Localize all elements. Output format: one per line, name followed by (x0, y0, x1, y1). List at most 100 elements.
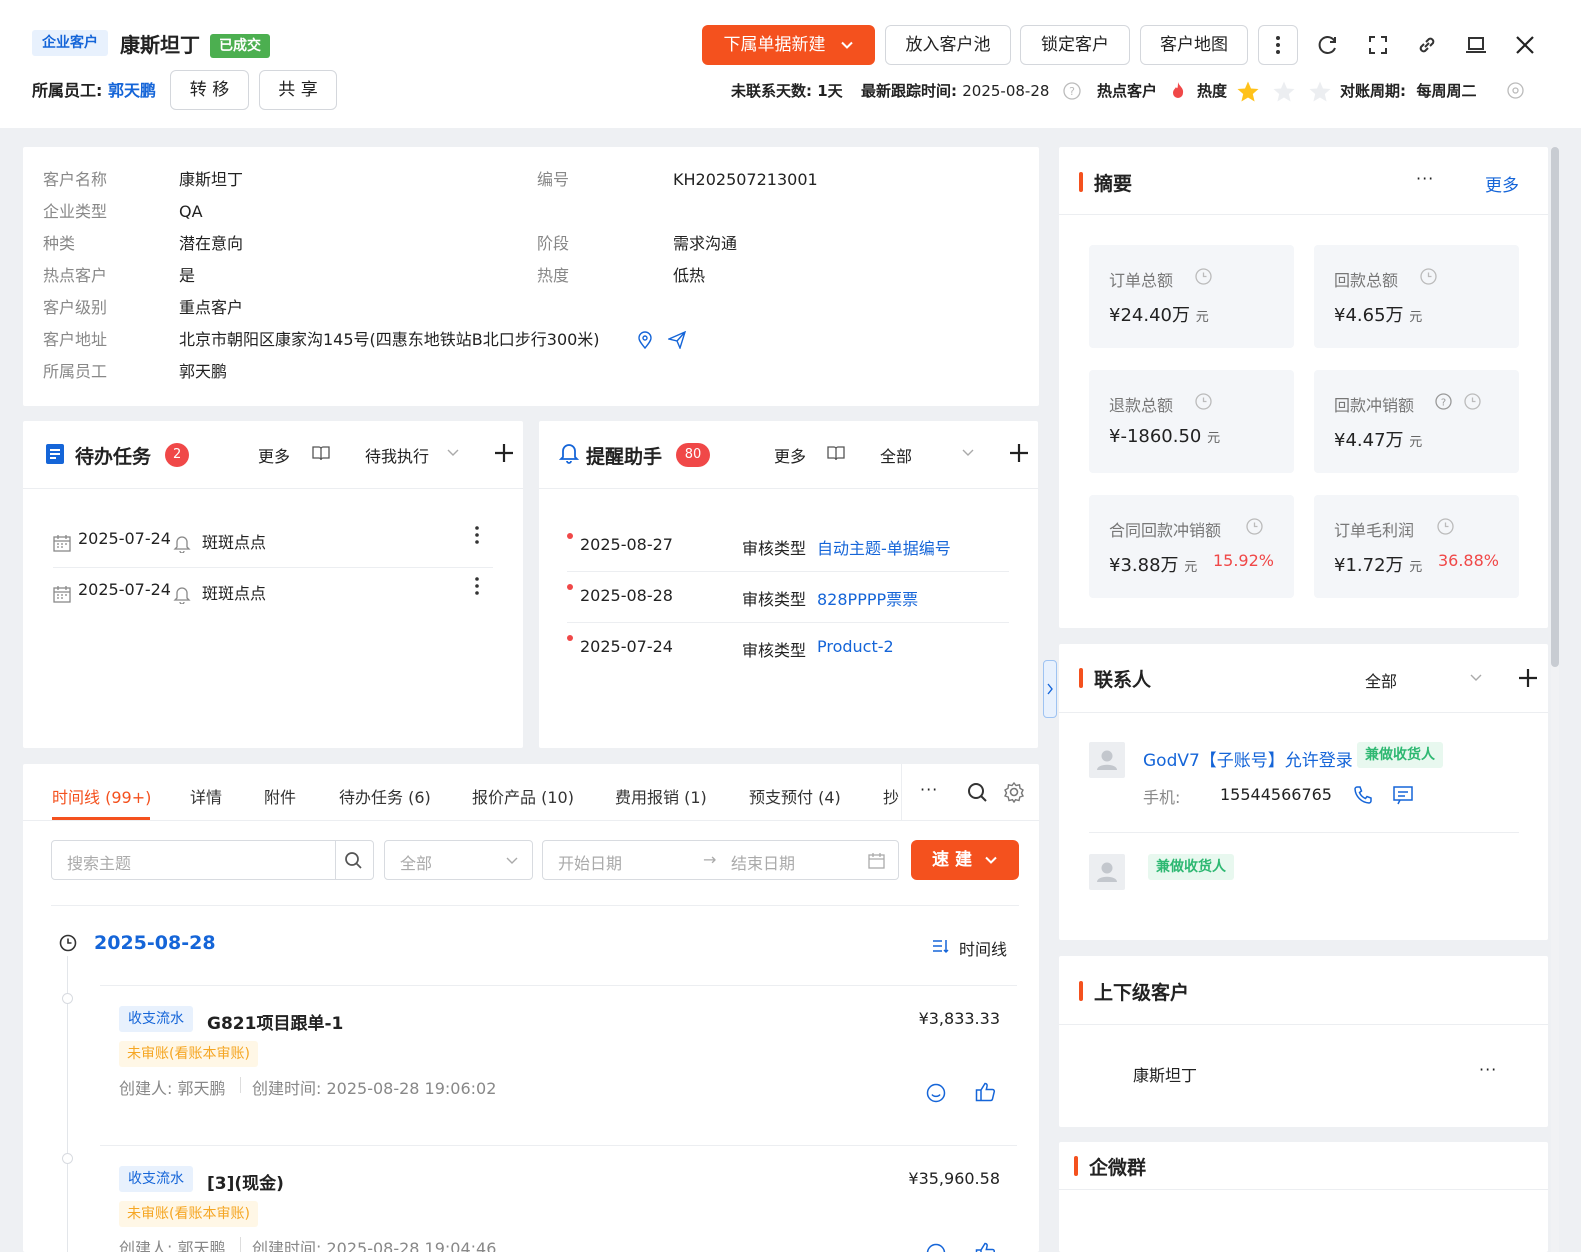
star-empty-icon (1308, 80, 1332, 104)
clock-icon[interactable] (1195, 268, 1212, 285)
info-row: 所属员工 郭天鹏 (43, 356, 1023, 388)
refresh-icon[interactable] (1314, 31, 1342, 59)
reminder-link[interactable]: 自动主题-单据编号 (817, 535, 951, 559)
reminder-link[interactable]: 828PPPP票票 (817, 586, 918, 610)
add-reminder-button[interactable] (1009, 443, 1029, 463)
tab-item[interactable]: 附件 (264, 784, 296, 808)
clock-icon[interactable] (1437, 518, 1454, 535)
entry-title[interactable]: [3](现金) (207, 1169, 284, 1194)
gear-icon[interactable] (1003, 781, 1025, 803)
new-subordinate-doc-button[interactable]: 下属单据新建 (702, 25, 875, 65)
close-icon[interactable] (1511, 31, 1539, 59)
help-circle-icon[interactable]: ? (1063, 82, 1081, 100)
todo-item[interactable]: 2025-07-24 斑斑点点 (53, 517, 493, 568)
message-icon[interactable] (1393, 786, 1413, 805)
timeline-list-icon[interactable] (932, 938, 950, 954)
reminder-filter-select[interactable]: 全部 (880, 443, 912, 467)
comment-icon[interactable] (926, 1243, 946, 1252)
clock-icon[interactable] (1195, 393, 1212, 410)
todo-filter-select[interactable]: 待我执行 (365, 443, 429, 467)
summary-card[interactable]: 退款总额 ¥-1860.50 元 (1089, 370, 1294, 473)
transfer-button[interactable]: 转 移 (170, 70, 249, 110)
customer-address-link[interactable]: 北京市朝阳区康家沟145号(四惠东地铁站B北口步行300米) (179, 324, 600, 356)
add-todo-button[interactable] (494, 443, 514, 463)
entry-creator: 创建人: 郭天鹏 (119, 1079, 226, 1098)
unread-dot (567, 584, 573, 590)
chevron-down-icon[interactable] (1469, 673, 1483, 683)
book-icon[interactable] (827, 445, 845, 461)
book-icon[interactable] (312, 445, 330, 461)
reminder-more-link[interactable]: 更多 (774, 443, 806, 467)
clock-icon[interactable] (1464, 393, 1481, 410)
put-in-pool-button[interactable]: 放入客户池 (885, 25, 1011, 65)
tab-item[interactable]: 时间线 (99+) (52, 784, 151, 808)
chevron-down-icon (505, 856, 519, 866)
chevron-down-icon[interactable] (961, 448, 975, 458)
add-contact-button[interactable] (1518, 668, 1538, 688)
more-vertical-icon[interactable] (474, 525, 480, 545)
clock-icon[interactable] (1420, 268, 1437, 285)
scrollbar-thumb[interactable] (1551, 147, 1559, 667)
like-icon[interactable] (975, 1082, 996, 1102)
todo-more-link[interactable]: 更多 (258, 443, 290, 467)
tab-item[interactable]: 费用报销 (1) (615, 784, 707, 808)
tab-more-ellipsis[interactable]: ··· (920, 780, 938, 799)
tab-item[interactable]: 待办任务 (6) (339, 784, 431, 808)
help-circle-icon[interactable]: ? (1435, 393, 1452, 410)
laptop-icon[interactable] (1462, 31, 1490, 59)
info-value: 重点客户 (179, 298, 244, 317)
tab-item[interactable]: 详情 (190, 784, 222, 808)
quick-create-button[interactable]: 速 建 (911, 840, 1019, 880)
todo-doc-icon (45, 443, 65, 465)
chevron-down-icon[interactable] (446, 448, 460, 458)
summary-card[interactable]: 订单总额 ¥24.40万 元 (1089, 245, 1294, 348)
reminder-item[interactable]: 2025-08-28 审核类型 828PPPP票票 (567, 572, 1009, 623)
share-button[interactable]: 共 享 (259, 70, 337, 110)
search-icon[interactable] (344, 851, 363, 870)
link-icon[interactable] (1413, 31, 1441, 59)
reminder-item[interactable]: 2025-07-24 审核类型 Product-2 (567, 623, 1009, 674)
scrollbar-track[interactable] (1551, 147, 1559, 1252)
search-icon[interactable] (967, 782, 988, 803)
summary-more-link[interactable]: 更多 (1485, 171, 1519, 196)
summary-menu-ellipsis[interactable]: ··· (1416, 169, 1434, 188)
panel-collapse-handle[interactable] (1043, 660, 1057, 718)
related-customer-menu[interactable]: ··· (1479, 1060, 1497, 1079)
comment-icon[interactable] (926, 1083, 946, 1103)
lock-customer-button[interactable]: 锁定客户 (1020, 25, 1130, 65)
tab-item[interactable]: 预支预付 (4) (749, 784, 841, 808)
related-customer-item[interactable]: 康斯坦丁 (1133, 1062, 1197, 1086)
timeline-entry[interactable]: 收支流水 [3](现金) ¥35,960.58 未审账(看账本审账) 创建人: 郭天鹏 创… (100, 1145, 1017, 1252)
timeline-view-toggle[interactable]: 时间线 (959, 936, 1007, 960)
clock-icon[interactable] (1246, 518, 1263, 535)
timeline-entry[interactable]: 收支流水 G821项目跟单-1 ¥3,833.33 未审账(看账本审账) 创建人: 郭天… (100, 985, 1017, 1125)
more-vertical-icon[interactable] (474, 576, 480, 596)
summary-card[interactable]: 订单毛利润 ¥1.72万 元 36.88% (1314, 495, 1519, 598)
tab-item[interactable]: 报价产品 (10) (472, 784, 574, 808)
contacts-filter-select[interactable]: 全部 (1365, 668, 1397, 692)
phone-icon[interactable] (1353, 785, 1373, 805)
tab-item[interactable]: 抄 (883, 784, 899, 808)
location-pin-icon[interactable] (637, 331, 653, 349)
reminder-link[interactable]: Product-2 (817, 637, 894, 656)
entry-type-tag: 收支流水 (119, 1166, 193, 1192)
settings-circle-icon[interactable] (1507, 82, 1524, 99)
summary-card-value: ¥-1860.50 元 (1109, 426, 1221, 447)
customer-map-button[interactable]: 客户地图 (1140, 25, 1248, 65)
like-icon[interactable] (975, 1242, 996, 1252)
reminder-item[interactable]: 2025-08-27 审核类型 自动主题-单据编号 (567, 521, 1009, 572)
search-topic-input[interactable]: 搜索主题 (51, 840, 374, 880)
owner-name-link[interactable]: 郭天鹏 (108, 81, 156, 100)
navigate-send-icon[interactable] (668, 331, 686, 349)
date-range-picker[interactable]: 开始日期 → 结束日期 (542, 840, 899, 880)
entry-title[interactable]: G821项目跟单-1 (207, 1009, 343, 1034)
type-select[interactable]: 全部 (384, 840, 533, 880)
fullscreen-icon[interactable] (1364, 31, 1392, 59)
summary-card[interactable]: 回款冲销额? ¥4.47万 元 (1314, 370, 1519, 473)
summary-card[interactable]: 回款总额 ¥4.65万 元 (1314, 245, 1519, 348)
more-vertical-button[interactable] (1258, 25, 1298, 65)
contact-name-link[interactable]: GodV7【子账号】允许登录 (1143, 746, 1353, 771)
todo-item[interactable]: 2025-07-24 斑斑点点 (53, 568, 493, 619)
divider (240, 1077, 241, 1093)
summary-card[interactable]: 合同回款冲销额 ¥3.88万 元 15.92% (1089, 495, 1294, 598)
